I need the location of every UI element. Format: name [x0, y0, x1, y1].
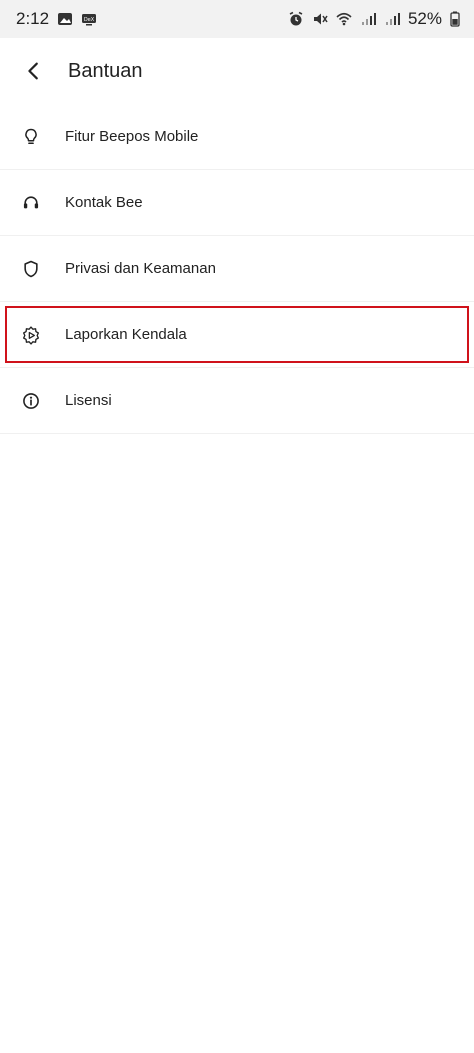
gallery-icon [57, 11, 73, 27]
menu-item-privasi-dan-keamanan[interactable]: Privasi dan Keamanan [0, 236, 474, 302]
signal-icon [384, 11, 400, 27]
status-left: 2:12 DeX [16, 9, 97, 29]
battery-percentage: 52% [407, 9, 442, 28]
menu-item-lisensi[interactable]: Lisensi [0, 368, 474, 434]
menu-item-fitur-beepos-mobile[interactable]: Fitur Beepos Mobile [0, 104, 474, 170]
page-title: Bantuan [68, 59, 143, 82]
menu-item-label: Lisensi [65, 392, 112, 409]
alarm-icon [288, 11, 304, 27]
help-menu: Fitur Beepos Mobile Kontak Bee Privasi d… [0, 104, 474, 434]
status-right: 52% [288, 9, 460, 29]
signal-icon [360, 11, 376, 27]
dex-icon: DeX [81, 11, 97, 27]
svg-text:DeX: DeX [84, 17, 95, 23]
menu-item-label: Laporkan Kendala [65, 326, 187, 343]
lightbulb-icon [20, 126, 42, 148]
menu-item-label: Privasi dan Keamanan [65, 260, 216, 277]
menu-item-label: Fitur Beepos Mobile [65, 128, 199, 145]
shield-icon [20, 258, 42, 280]
menu-item-kontak-bee[interactable]: Kontak Bee [0, 170, 474, 236]
menu-item-label: Kontak Bee [65, 194, 143, 211]
back-button[interactable] [20, 57, 48, 85]
headset-icon [20, 192, 42, 214]
status-time: 2:12 [16, 9, 50, 28]
wifi-icon [336, 11, 352, 27]
app-bar: Bantuan [0, 38, 474, 104]
arrow-back-icon [28, 62, 38, 80]
status-bar: 2:12 DeX 52% [0, 0, 474, 38]
mute-icon [312, 11, 328, 27]
battery-icon [450, 11, 460, 27]
menu-item-laporkan-kendala[interactable]: Laporkan Kendala [0, 302, 474, 368]
report-icon [20, 324, 42, 346]
info-icon [20, 390, 42, 412]
